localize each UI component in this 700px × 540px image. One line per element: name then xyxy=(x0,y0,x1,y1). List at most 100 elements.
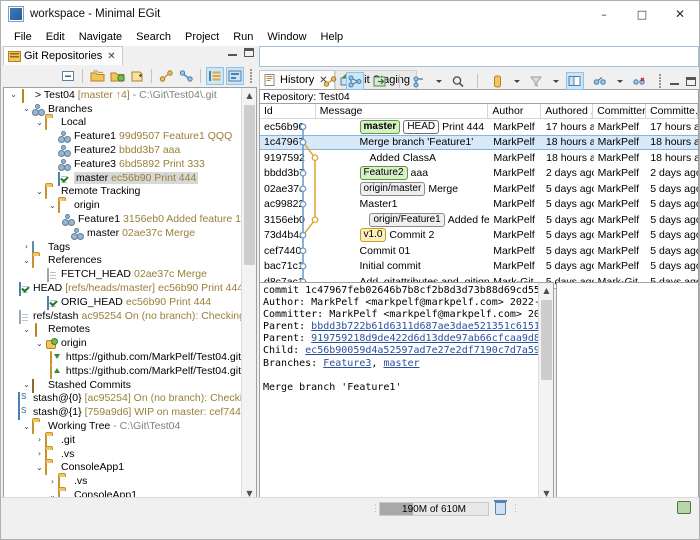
menu-window[interactable]: Window xyxy=(260,30,313,44)
column-header-committed[interactable]: Committe... xyxy=(646,104,698,118)
compare-mode-icon[interactable] xyxy=(371,72,389,90)
additional-refs-icon[interactable] xyxy=(591,72,609,90)
create-repository-icon[interactable] xyxy=(128,67,146,85)
tree-twisty[interactable]: ⌄ xyxy=(8,90,19,99)
tree-twisty[interactable]: ⌄ xyxy=(21,380,32,389)
tree-item[interactable]: ⌄> Test04[master ↑4]- C:\Git\Test04\.git xyxy=(4,88,241,102)
reset-icon[interactable] xyxy=(630,72,648,90)
tree-item[interactable]: Feature2bbdd3b7 aaa xyxy=(4,143,241,157)
changed-files-panel[interactable]: ◀ ▶ xyxy=(556,282,699,517)
tree-twisty[interactable]: › xyxy=(47,477,58,486)
tree-twisty[interactable]: ⌄ xyxy=(21,104,32,113)
table-row[interactable]: 73d4b4av1.0Commit 2MarkPelf5 days agoMar… xyxy=(260,228,698,244)
folder-filter-icon[interactable] xyxy=(527,72,545,90)
scroll-thumb[interactable] xyxy=(244,105,255,265)
ref-chip[interactable]: origin/Feature1 xyxy=(369,213,444,227)
column-header-message[interactable]: Message xyxy=(316,104,489,118)
table-row[interactable]: ac99822Master1MarkPelf5 days agoMarkPelf… xyxy=(260,197,698,213)
menu-help[interactable]: Help xyxy=(314,30,351,44)
ref-chip[interactable]: Feature2 xyxy=(360,166,408,180)
tree-item[interactable]: Feature36bd5892 Print 333 xyxy=(4,157,241,171)
tab-git-repositories[interactable]: Git Repositories ✕ xyxy=(3,46,123,65)
column-header-id[interactable]: Id xyxy=(260,104,316,118)
clone-repository-icon[interactable] xyxy=(88,67,106,85)
trash-icon[interactable] xyxy=(495,502,506,515)
add-repository-icon[interactable] xyxy=(108,67,126,85)
table-row[interactable]: 02ae37corigin/masterMergeMarkPelf5 days … xyxy=(260,181,698,197)
table-row[interactable]: cef7440Commit 01MarkPelf5 days agoMarkPe… xyxy=(260,243,698,259)
tree-item[interactable]: ⌄origin xyxy=(4,336,241,350)
parent2-hash-link[interactable]: 919759218d9de422d6d13dde97ab66cfcaa9d8b4 xyxy=(311,333,538,344)
repositories-tree[interactable]: ⌄> Test04[master ↑4]- C:\Git\Test04\.git… xyxy=(3,87,257,517)
ref-chip[interactable]: HEAD xyxy=(403,120,439,134)
push-icon[interactable] xyxy=(177,67,195,85)
search-icon[interactable] xyxy=(449,72,467,90)
column-header-author[interactable]: Author xyxy=(488,104,541,118)
tree-twisty[interactable]: ⌄ xyxy=(34,463,45,472)
ref-chip[interactable]: master xyxy=(360,120,401,134)
ref-chip[interactable]: v1.0 xyxy=(360,228,387,242)
menu-run[interactable]: Run xyxy=(226,30,260,44)
branch-link-master[interactable]: master xyxy=(383,358,419,369)
table-row[interactable]: 1c47967Merge branch 'Feature1'MarkPelf18… xyxy=(260,135,698,151)
table-row[interactable]: bbdd3b7Feature2aaaMarkPelf2 days agoMark… xyxy=(260,166,698,182)
view-menu-icon[interactable] xyxy=(657,74,663,88)
tree-item[interactable]: ⌄Local xyxy=(4,116,241,130)
repository-dropdown-icon[interactable] xyxy=(514,80,520,83)
tree-item[interactable]: ORIG_HEADec56b90 Print 444 xyxy=(4,295,241,309)
tree-item[interactable]: ⌄ConsoleApp1 xyxy=(4,461,241,475)
tree-item[interactable]: ⌄Branches xyxy=(4,102,241,116)
tree-item[interactable]: Feature13156eb0 Added feature 1 xyxy=(4,212,241,226)
menu-file[interactable]: File xyxy=(7,30,39,44)
tree-item[interactable]: ⌄Remote Tracking xyxy=(4,185,241,199)
column-header-committer[interactable]: Committer xyxy=(593,104,646,118)
maximize-view-icon[interactable] xyxy=(244,48,254,57)
tree-item[interactable]: ›.vs xyxy=(4,447,241,461)
minimize-button[interactable]: – xyxy=(585,1,623,27)
tree-twisty[interactable]: ⌄ xyxy=(21,325,32,334)
tree-item[interactable]: HEAD[refs/heads/master] ec56b90 Print 44… xyxy=(4,281,241,295)
commit-message-panel[interactable]: commit 1c47967feb02646b7b8cf2b8d3d73b88d… xyxy=(259,282,554,517)
heap-status-indicator[interactable]: 190M of 610M xyxy=(379,502,489,516)
scroll-up-icon[interactable]: ▲ xyxy=(539,283,554,298)
show-all-branches-icon[interactable] xyxy=(346,72,364,90)
filter-icon[interactable] xyxy=(410,72,428,90)
tree-item[interactable]: https://github.com/MarkPelf/Test04.git xyxy=(4,350,241,364)
folder-filter-dropdown-icon[interactable] xyxy=(553,80,559,83)
view-menu-icon[interactable] xyxy=(248,69,254,83)
branch-link-feature3[interactable]: Feature3 xyxy=(323,358,371,369)
tree-item[interactable]: refs/stashac95254 On (no branch): Checki… xyxy=(4,309,241,323)
tree-item[interactable]: ›.vs xyxy=(4,474,241,488)
scroll-thumb[interactable] xyxy=(541,300,552,380)
menu-edit[interactable]: Edit xyxy=(39,30,72,44)
git-status-icon[interactable] xyxy=(677,501,691,516)
tree-item[interactable]: ›Tags xyxy=(4,240,241,254)
layout-icon[interactable] xyxy=(566,72,584,90)
tree-twisty[interactable]: ⌄ xyxy=(34,118,45,127)
additional-refs-dropdown-icon[interactable] xyxy=(617,80,623,83)
tree-twisty[interactable]: › xyxy=(21,242,32,251)
link-with-selection-icon[interactable] xyxy=(206,67,224,85)
tree-item[interactable]: stash@{1}[759a9d6] WIP on master: cef744… xyxy=(4,405,241,419)
table-row[interactable]: 3156eb0origin/Feature1Added feature 1Mar… xyxy=(260,212,698,228)
tree-item[interactable]: stash@{0}[ac95254] On (no branch): Check… xyxy=(4,392,241,406)
tree-twisty[interactable]: ⌄ xyxy=(21,422,32,431)
maximize-view-icon[interactable] xyxy=(686,77,696,86)
child-hash-link[interactable]: ec56b90059d4a52597ad7e27e2df7190c7d7a59e xyxy=(305,345,538,356)
tree-item[interactable]: ⌄Remotes xyxy=(4,323,241,337)
close-button[interactable]: ✕ xyxy=(661,1,699,27)
table-row[interactable]: 9197592Added ClassAMarkPelf18 hours a...… xyxy=(260,150,698,166)
tree-item[interactable]: ⌄Working Tree- C:\Git\Test04 xyxy=(4,419,241,433)
tree-vertical-scrollbar[interactable]: ▲ ▼ xyxy=(241,88,256,501)
menu-project[interactable]: Project xyxy=(178,30,226,44)
tree-twisty[interactable]: ⌄ xyxy=(21,256,32,265)
table-row[interactable]: bac71c1Initial commitMarkPelf5 days agoM… xyxy=(260,259,698,275)
tree-item[interactable]: ⌄Stashed Commits xyxy=(4,378,241,392)
tree-item[interactable]: masterec56b90 Print 444 xyxy=(4,171,241,185)
tree-twisty[interactable]: › xyxy=(34,449,45,458)
tree-item[interactable]: Feature199d9507 Feature1 QQQ xyxy=(4,129,241,143)
tree-item[interactable]: https://github.com/MarkPelf/Test04.git xyxy=(4,364,241,378)
column-header-authored[interactable]: Authored ... xyxy=(541,104,593,118)
maximize-button[interactable]: □ xyxy=(623,1,661,27)
repository-icon[interactable] xyxy=(488,72,506,90)
